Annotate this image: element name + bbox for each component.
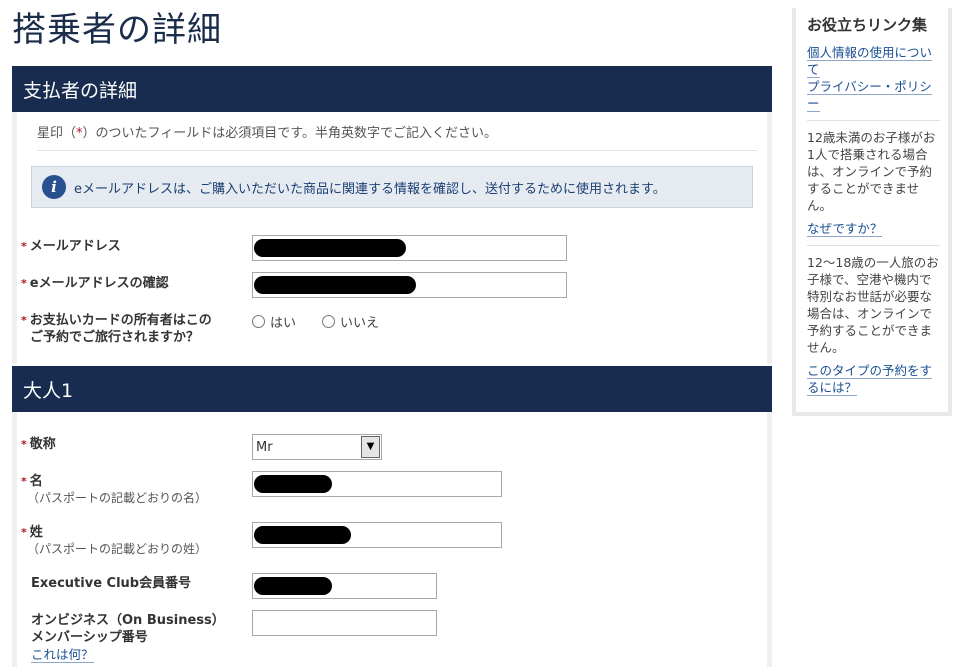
payer-panel: 星印（*）のついたフィールドは必須項目です。半角英数字でご記入ください。 i e… <box>12 112 772 364</box>
sidebar-title: お役立ちリンク集 <box>807 16 928 34</box>
email-label: * メールアドレス <box>21 239 121 254</box>
page-title: 搭乗者の詳細 <box>12 10 222 50</box>
title-select[interactable]: Mr ▼ <box>252 434 382 460</box>
cardholder-label: * お支払いカードの所有者はこの ご予約でご旅行されますか？ <box>21 313 212 345</box>
last-name-sublabel: （パスポートの記載どおりの姓） <box>27 542 208 556</box>
required-note: 星印（*）のついたフィールドは必須項目です。半角英数字でご記入ください。 <box>37 122 757 151</box>
onbusiness-input[interactable] <box>252 610 437 636</box>
redacted-value <box>254 475 332 493</box>
redacted-value <box>254 239 406 257</box>
email-confirm-label: * eメールアドレスの確認 <box>21 276 169 291</box>
radio-yes[interactable]: はい <box>252 312 296 331</box>
last-name-label: * 姓（パスポートの記載どおりの姓） <box>21 525 208 556</box>
exec-club-input[interactable] <box>252 573 437 599</box>
email-input[interactable] <box>252 235 567 261</box>
first-name-label: * 名（パスポートの記載どおりの名） <box>21 474 208 505</box>
redacted-value <box>254 577 332 595</box>
under12-text: 12歳未満のお子様がお1人で搭乗される場合は、オンラインで予約することができませ… <box>807 130 936 213</box>
adult1-panel: * 敬称 Mr ▼ * 名（パスポートの記載どおりの名） * 姓（パスポートの記載どお… <box>12 412 772 667</box>
chevron-down-icon[interactable]: ▼ <box>361 436 380 458</box>
email-info-text: eメールアドレスは、ご購入いただいた商品に関連する情報を確認し、送付するために使… <box>74 182 666 197</box>
adult1-section-header: 大人1 <box>12 366 772 412</box>
first-name-input[interactable] <box>252 471 502 497</box>
redacted-value <box>254 276 416 294</box>
useful-links-sidebar: お役立ちリンク集 個人情報の使用について プライバシー・ポリシー 12歳未満のお… <box>792 8 952 416</box>
info-icon: i <box>42 175 66 199</box>
email-confirm-input[interactable] <box>252 272 567 298</box>
why-link[interactable]: なぜですか？ <box>807 221 883 237</box>
payer-section-header: 支払者の詳細 <box>12 66 772 112</box>
radio-yes-circle[interactable] <box>252 315 265 328</box>
first-name-sublabel: （パスポートの記載どおりの名） <box>27 491 208 505</box>
last-name-input[interactable] <box>252 522 502 548</box>
radio-no[interactable]: いいえ <box>322 312 379 331</box>
onbusiness-label: オンビジネス（On Business） メンバーシップ番号 これは何？ <box>31 613 225 663</box>
email-info-box: i eメールアドレスは、ご購入いただいた商品に関連する情報を確認し、送付するため… <box>31 166 753 208</box>
redacted-value <box>254 526 351 544</box>
radio-no-circle[interactable] <box>322 315 335 328</box>
teen-text: 12～18歳の一人旅のお子様で、空港や機内で特別なお世話が必要な場合は、オンライ… <box>807 255 939 355</box>
title-label: * 敬称 <box>21 437 56 452</box>
how-to-book-link[interactable]: このタイプの予約をするには？ <box>807 363 933 396</box>
whats-this-link[interactable]: これは何？ <box>31 647 94 663</box>
privacy-policy-link[interactable]: 個人情報の使用について プライバシー・ポリシー <box>807 45 933 112</box>
exec-club-label: Executive Club会員番号 <box>31 576 192 591</box>
